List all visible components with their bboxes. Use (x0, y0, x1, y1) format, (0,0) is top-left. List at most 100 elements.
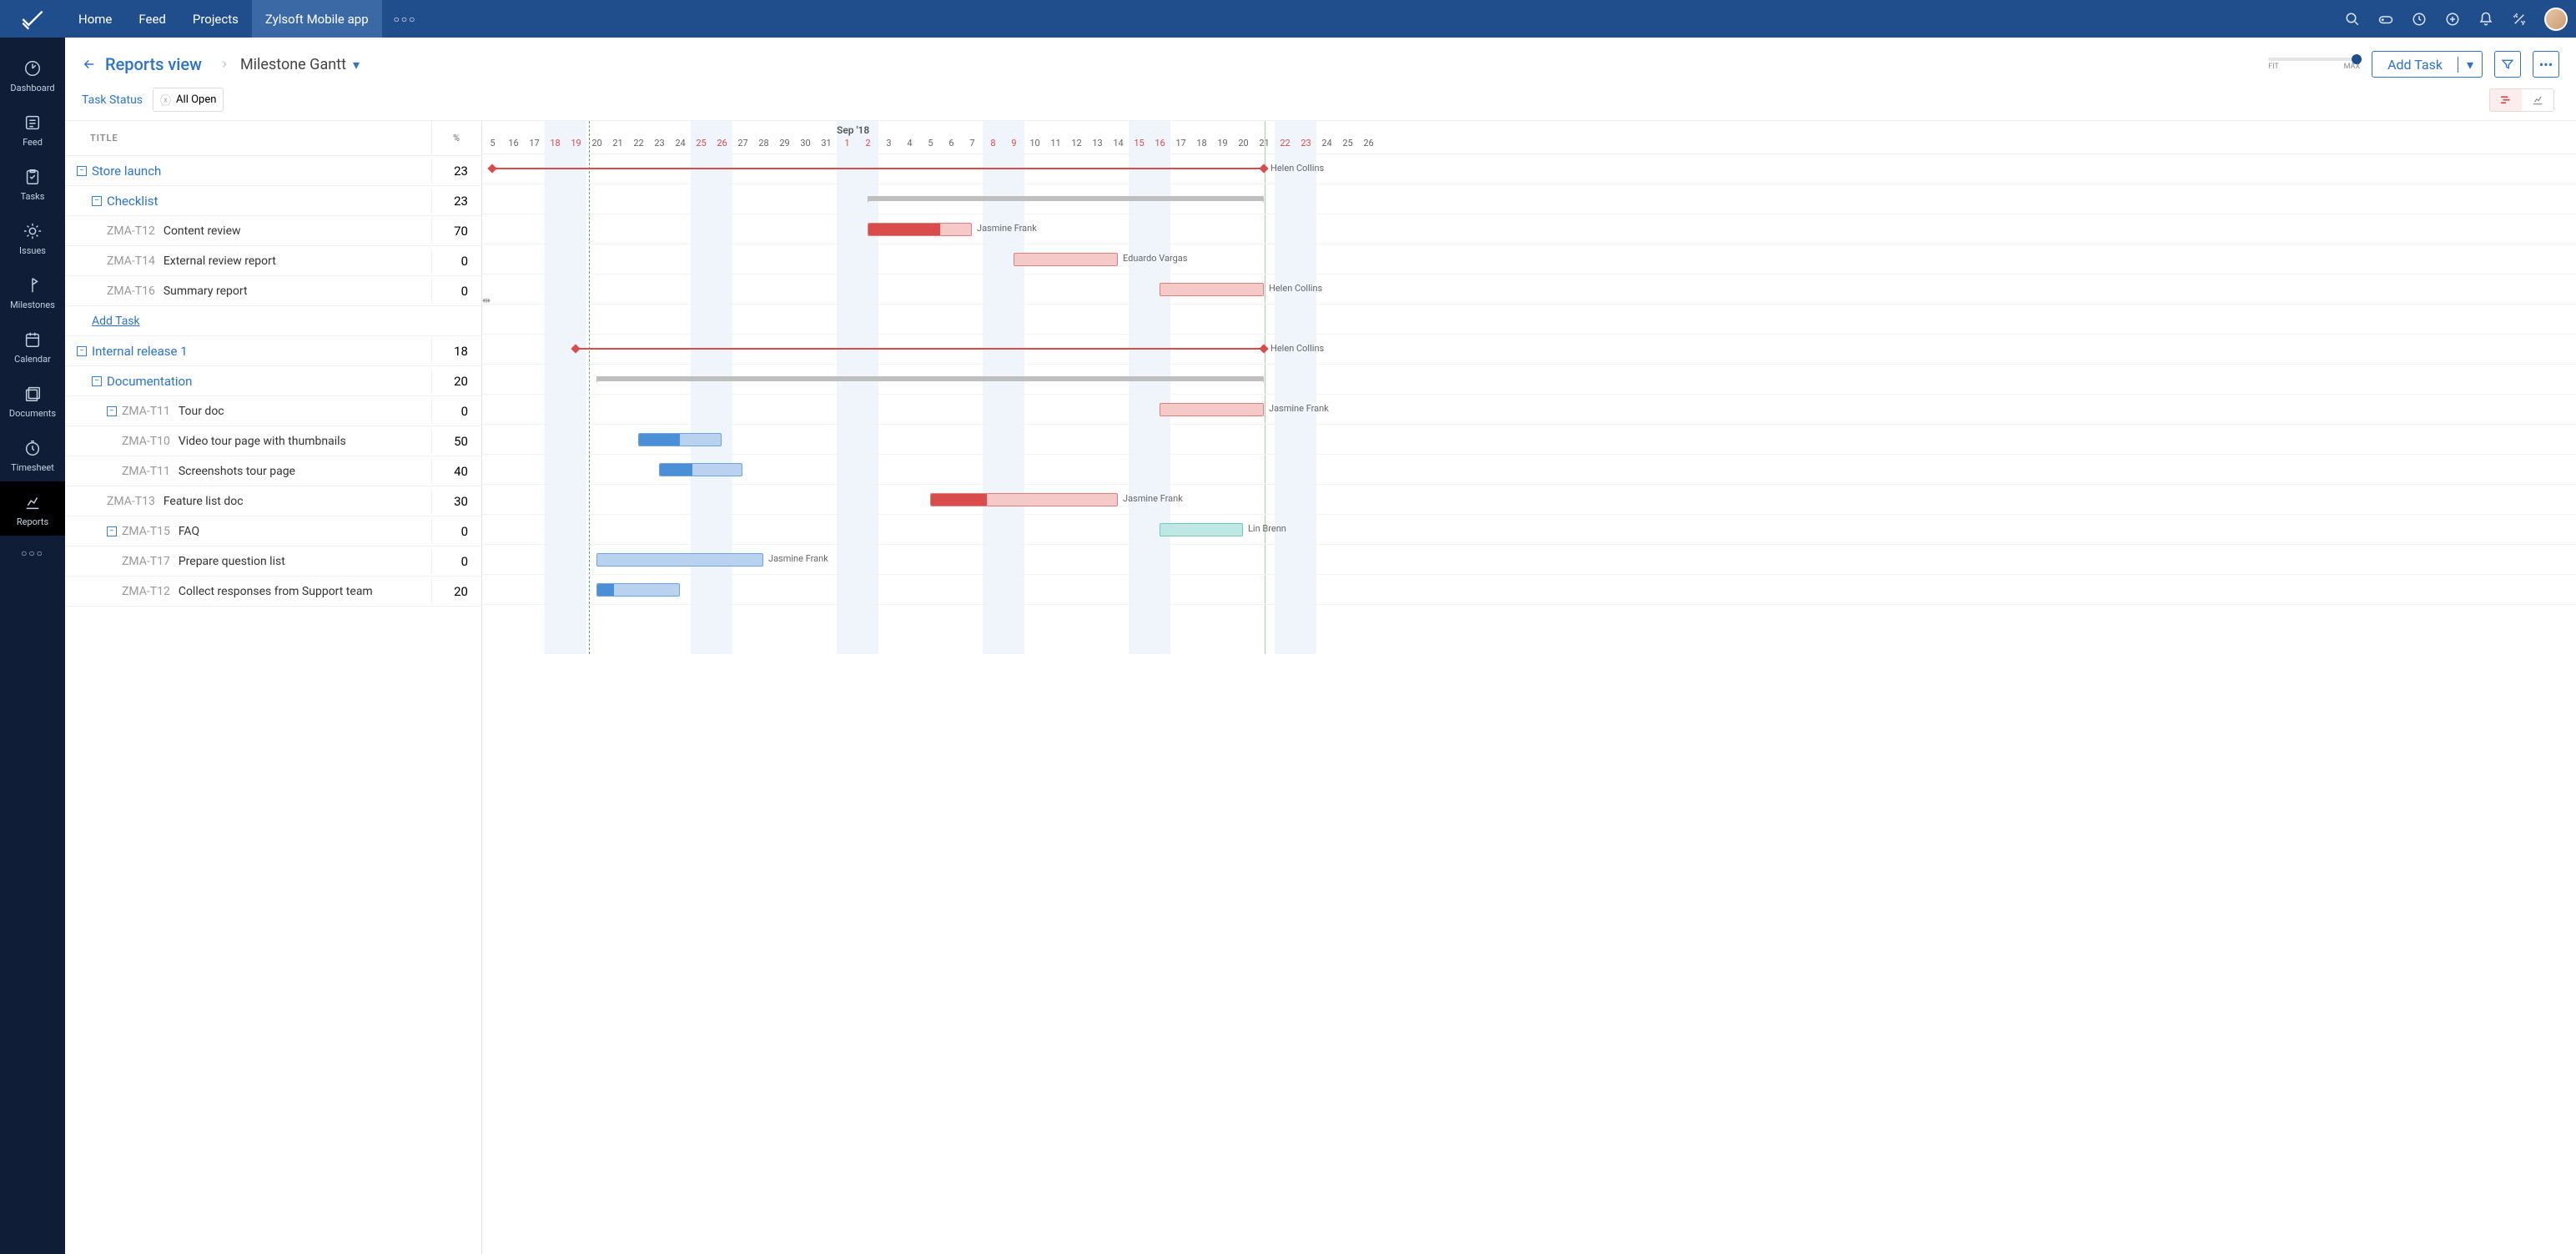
gantt-view-icon[interactable] (2490, 89, 2522, 111)
task-bar[interactable] (1160, 523, 1243, 536)
chart-view-icon[interactable] (2522, 89, 2553, 111)
more-options-icon[interactable]: ••• (2533, 51, 2559, 78)
day-cell: 9 (1004, 138, 1024, 149)
nav-tab[interactable]: Zylsoft Mobile app (252, 0, 382, 38)
gantt-row (482, 184, 2576, 214)
zoom-slider[interactable]: FITMAX (2268, 58, 2360, 71)
task-bar[interactable] (1160, 403, 1264, 416)
task-name[interactable]: External review report (164, 254, 276, 268)
task-bar[interactable] (930, 493, 1118, 506)
col-title: TITLE (65, 121, 431, 155)
app-logo[interactable] (0, 8, 65, 31)
task-name[interactable]: Screenshots tour page (179, 465, 295, 478)
collapse-icon[interactable]: − (107, 406, 117, 416)
rail-item-calendar[interactable]: Calendar (0, 319, 65, 373)
gantt-row (482, 575, 2576, 605)
task-key: ZMA-T16 (107, 285, 155, 298)
rail-item-reports[interactable]: Reports (0, 481, 65, 536)
back-icon[interactable] (82, 57, 97, 72)
summary-bar[interactable] (596, 376, 1264, 381)
clock-icon[interactable] (2402, 0, 2436, 38)
filter-icon[interactable] (2494, 51, 2521, 78)
add-task-link[interactable]: Add Task (65, 308, 140, 335)
rail-item-timesheet[interactable]: Timesheet (0, 427, 65, 481)
rail-item-milestones[interactable]: Milestones (0, 264, 65, 319)
task-name[interactable]: Checklist (107, 194, 158, 209)
day-cell: 26 (1358, 138, 1379, 149)
add-task-dropdown-icon[interactable]: ▾ (2458, 57, 2482, 73)
task-name[interactable]: Collect responses from Support team (179, 585, 373, 598)
task-bar[interactable] (596, 583, 680, 597)
collapse-icon[interactable]: − (107, 526, 117, 536)
plus-icon[interactable] (2436, 0, 2469, 38)
task-name[interactable]: Prepare question list (179, 555, 285, 568)
task-name[interactable]: Tour doc (179, 405, 224, 418)
task-key: ZMA-T11 (122, 405, 170, 418)
milestone-bar[interactable] (492, 168, 1264, 169)
task-bar[interactable] (638, 433, 722, 446)
col-pct: % (431, 121, 481, 155)
task-bar[interactable] (659, 463, 742, 476)
rail-item-dashboard[interactable]: Dashboard (0, 48, 65, 102)
collapse-icon[interactable]: − (77, 166, 87, 176)
day-cell: 5 (920, 138, 941, 149)
rail-item-tasks[interactable]: Tasks (0, 156, 65, 210)
game-icon[interactable] (2369, 0, 2402, 38)
collapse-icon[interactable]: − (92, 376, 102, 386)
task-name[interactable]: Store launch (92, 164, 161, 179)
task-row: −ZMA-T15FAQ0 (65, 516, 481, 546)
gantt-row: Jasmine Frank (482, 214, 2576, 244)
rail-item-documents[interactable]: Documents (0, 373, 65, 427)
gantt-panel[interactable]: Sep '18 51617181920212223242526272829303… (482, 121, 2576, 1254)
add-task-button[interactable]: Add Task ▾ (2372, 51, 2483, 78)
rail-more-icon[interactable]: ○○○ (21, 536, 44, 571)
task-name[interactable]: FAQ (179, 525, 199, 538)
summary-bar[interactable] (868, 196, 1264, 201)
day-cell: 22 (1275, 138, 1296, 149)
nav-tab[interactable]: Home (65, 0, 125, 38)
assignee-label: Helen Collins (1270, 343, 1324, 354)
view-name[interactable]: Milestone Gantt (240, 56, 346, 73)
task-bar[interactable] (596, 553, 763, 567)
pct-cell: 0 (431, 279, 481, 304)
close-icon[interactable]: ⓧ (160, 92, 171, 108)
pct-cell: 0 (431, 549, 481, 574)
page-title[interactable]: Reports view (105, 54, 202, 74)
task-name[interactable]: Content review (164, 224, 241, 238)
task-row: ZMA-T12Collect responses from Support te… (65, 577, 481, 607)
gantt-row: Helen Collins (482, 335, 2576, 365)
pct-cell: 20 (431, 369, 481, 394)
milestone-bar[interactable] (576, 348, 1264, 350)
filter-chip[interactable]: ⓧ All Open (153, 88, 224, 112)
nav-tab[interactable]: Projects (179, 0, 252, 38)
task-row: ZMA-T17Prepare question list0 (65, 546, 481, 577)
rail-item-issues[interactable]: Issues (0, 210, 65, 264)
task-name[interactable]: Video tour page with thumbnails (179, 435, 346, 448)
task-name[interactable]: Feature list doc (164, 495, 244, 508)
view-dropdown-icon[interactable]: ▾ (353, 57, 360, 73)
task-name[interactable]: Documentation (107, 374, 192, 389)
collapse-icon[interactable]: − (92, 196, 102, 206)
task-bar[interactable] (1014, 253, 1118, 266)
task-bar[interactable] (1160, 283, 1264, 296)
gantt-row: Eduardo Vargas (482, 244, 2576, 274)
avatar[interactable] (2544, 8, 2568, 31)
task-name[interactable]: Summary report (164, 285, 248, 298)
collapse-icon[interactable]: − (77, 346, 87, 356)
bell-icon[interactable] (2469, 0, 2503, 38)
nav-tab[interactable]: Feed (125, 0, 179, 38)
search-icon[interactable] (2336, 0, 2369, 38)
task-row: −Checklist23 (65, 186, 481, 216)
nav-more-icon[interactable]: ○○○ (382, 13, 429, 25)
settings-icon[interactable] (2503, 0, 2536, 38)
rail-item-feed[interactable]: Feed (0, 102, 65, 156)
gantt-row (482, 305, 2576, 335)
day-cell: 22 (628, 138, 649, 149)
day-cell: 14 (1108, 138, 1129, 149)
task-name[interactable]: Internal release 1 (92, 344, 188, 359)
task-bar[interactable] (868, 223, 972, 236)
day-cell: 30 (795, 138, 816, 149)
filter-label[interactable]: Task Status (82, 93, 143, 107)
day-cell: 17 (524, 138, 545, 149)
pct-cell: 20 (431, 579, 481, 604)
